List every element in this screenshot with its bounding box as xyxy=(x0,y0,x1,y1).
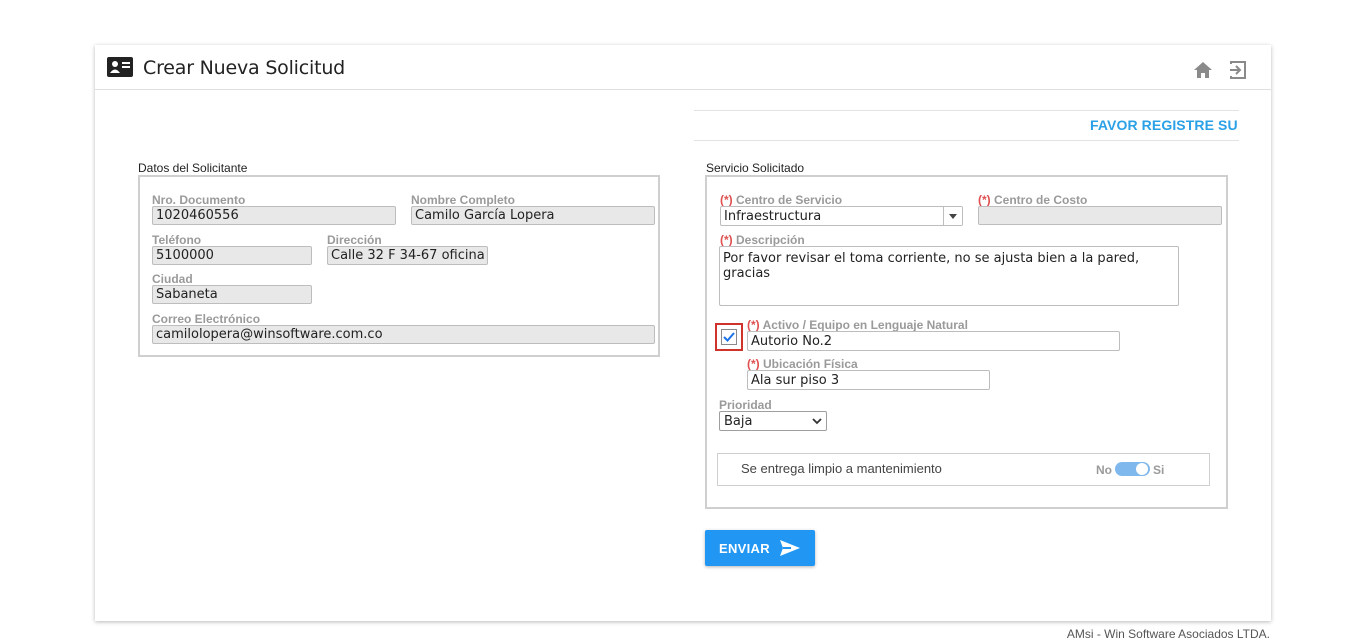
descripcion-label-text: Descripción xyxy=(736,233,805,247)
card-header: Crear Nueva Solicitud xyxy=(95,45,1271,90)
documento-field[interactable]: 1020460556 xyxy=(152,206,396,225)
telefono-field[interactable]: 5100000 xyxy=(152,246,312,265)
required-mark: (*) xyxy=(720,233,733,247)
correo-field[interactable]: camilolopera@winsoftware.com.co xyxy=(152,325,655,344)
logout-icon[interactable] xyxy=(1229,61,1247,79)
check-icon xyxy=(723,332,735,342)
activo-label: (*) Activo / Equipo en Lenguaje Natural xyxy=(747,318,968,332)
nombre-label: Nombre Completo xyxy=(411,193,516,207)
servicio-title: Servicio Solicitado xyxy=(706,161,805,175)
entrega-label: Se entrega limpio a mantenimiento xyxy=(741,461,942,476)
ubicacion-label-text: Ubicación Física xyxy=(763,357,858,371)
chevron-down-icon xyxy=(812,418,822,425)
send-button-label: ENVIAR xyxy=(719,541,770,556)
telefono-label: Teléfono xyxy=(152,233,202,247)
ciudad-label: Ciudad xyxy=(152,272,193,286)
chevron-down-icon[interactable] xyxy=(943,207,962,225)
required-mark: (*) xyxy=(747,357,760,371)
centro-servicio-combo[interactable]: Infraestructura xyxy=(720,206,963,226)
info-banner: FAVOR REGISTRE SU SOLICITUD xyxy=(694,110,1239,141)
correo-label: Correo Electrónico xyxy=(152,312,261,326)
required-mark: (*) xyxy=(978,193,991,207)
prioridad-label: Prioridad xyxy=(719,398,772,412)
id-card-icon xyxy=(107,57,133,77)
send-button[interactable]: ENVIAR xyxy=(705,530,815,566)
activo-checkbox-highlight xyxy=(715,323,743,351)
required-mark: (*) xyxy=(720,193,733,207)
page-title: Crear Nueva Solicitud xyxy=(143,57,346,79)
send-icon xyxy=(780,540,800,556)
solicitante-title: Datos del Solicitante xyxy=(138,161,248,175)
required-mark: (*) xyxy=(747,318,760,332)
ubicacion-input[interactable]: Ala sur piso 3 xyxy=(747,370,990,390)
home-icon[interactable] xyxy=(1193,61,1213,79)
ubicacion-label: (*) Ubicación Física xyxy=(747,357,858,371)
activo-label-text: Activo / Equipo en Lenguaje Natural xyxy=(762,318,968,332)
ciudad-field[interactable]: Sabaneta xyxy=(152,285,312,304)
direccion-field[interactable]: Calle 32 F 34-67 oficina 10 xyxy=(327,246,488,265)
descripcion-label: (*) Descripción xyxy=(720,233,805,247)
banner-text: FAVOR REGISTRE SU SOLICITUD xyxy=(1090,117,1239,133)
toggle-on-label: Si xyxy=(1153,463,1165,477)
centro-costo-field[interactable] xyxy=(978,206,1222,225)
request-card: Crear Nueva Solicitud FAVOR REGISTRE SU … xyxy=(95,45,1271,621)
activo-input[interactable]: Autorio No.2 xyxy=(747,331,1120,351)
prioridad-select[interactable]: Baja xyxy=(719,411,827,431)
centro-servicio-label: (*) Centro de Servicio xyxy=(720,193,842,207)
toggle-knob xyxy=(1136,463,1148,475)
centro-costo-label: (*) Centro de Costo xyxy=(978,193,1087,207)
nombre-field[interactable]: Camilo García Lopera xyxy=(411,206,655,225)
solicitante-group: Nro. Documento 1020460556 Nombre Complet… xyxy=(138,175,660,357)
activo-checkbox[interactable] xyxy=(721,329,737,345)
centro-servicio-value: Infraestructura xyxy=(724,209,822,224)
entrega-toggle[interactable] xyxy=(1115,462,1150,476)
centro-servicio-label-text: Centro de Servicio xyxy=(736,193,843,207)
documento-label: Nro. Documento xyxy=(152,193,246,207)
toggle-off-label: No xyxy=(1096,463,1112,477)
footer-text: AMsi - Win Software Asociados LTDA. xyxy=(1066,627,1270,641)
prioridad-value: Baja xyxy=(724,414,753,429)
direccion-label: Dirección xyxy=(327,233,382,247)
centro-costo-label-text: Centro de Costo xyxy=(994,193,1088,207)
descripcion-textarea[interactable]: Por favor revisar el toma corriente, no … xyxy=(719,246,1179,306)
entrega-toggle-row: Se entrega limpio a mantenimiento No Si xyxy=(717,453,1210,486)
